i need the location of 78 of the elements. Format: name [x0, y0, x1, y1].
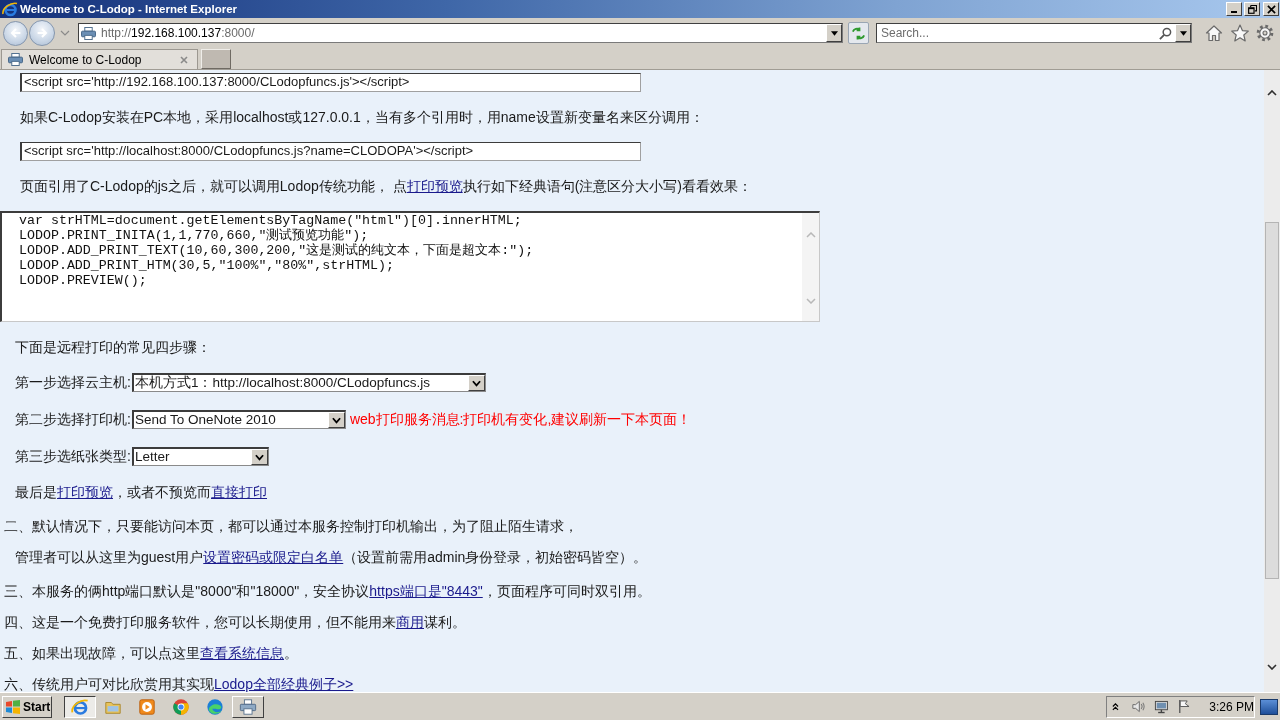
- paragraph-text: 三、本服务的俩http端口默认是"8000"和"18000"，安全协议https端口是"8443"，页面程序可同时双引用。: [3, 582, 652, 600]
- windows-logo-icon: [5, 698, 21, 715]
- warning-message: web打印服务消息:打印机有变化,建议刷新一下本页面！: [349, 410, 692, 429]
- home-icon[interactable]: [1205, 24, 1223, 42]
- step-label: 第三步选纸张类型:: [15, 447, 131, 466]
- star-icon[interactable]: [1231, 24, 1249, 42]
- chevron-up-icon[interactable]: [1112, 702, 1119, 711]
- chrome-icon: [172, 697, 190, 716]
- back-button[interactable]: [3, 20, 28, 46]
- paragraph-text: 下面是远程打印的常见四步骤：: [14, 338, 212, 356]
- search-box[interactable]: Search...: [876, 23, 1192, 43]
- restore-icon: [1247, 4, 1257, 14]
- browser-logo-icon: [71, 697, 89, 716]
- window-title: Welcome to C-Lodop - Internet Explorer: [20, 3, 238, 15]
- forward-button[interactable]: [29, 20, 55, 46]
- close-button[interactable]: [1263, 2, 1279, 16]
- paragraph-text: 四、这是一个免费打印服务软件，您可以长期使用，但不能用来商用谋利。: [3, 613, 467, 631]
- paragraph-text: 六、传统用户可对比欣赏用其实现Lodop全部经典例子>>: [3, 675, 355, 692]
- text-link[interactable]: 设置密码或限定白名单: [203, 549, 344, 565]
- chevron-down-icon: [331, 416, 341, 424]
- text-link[interactable]: 打印预览: [406, 178, 463, 194]
- clock-time[interactable]: 3:26 PM: [1209, 699, 1254, 714]
- taskbar-button[interactable]: [64, 695, 96, 718]
- text-link[interactable]: Lodop全部经典例子>>: [214, 676, 354, 692]
- printer-icon: [239, 697, 257, 716]
- close-icon: [1266, 4, 1276, 14]
- flag-icon[interactable]: [1176, 699, 1192, 714]
- paragraph-text: 页面引用了C-Lodop的js之后，就可以调用Lodop传统功能， 点打印预览执行如下经典语句(注意区分大小写)看看效果：: [19, 177, 753, 195]
- search-input[interactable]: Search...: [877, 25, 1159, 41]
- search-icon[interactable]: [1159, 26, 1172, 40]
- chevron-down-icon: [471, 379, 481, 387]
- restore-button[interactable]: [1244, 2, 1260, 16]
- caret-down-icon: [1179, 30, 1187, 36]
- dropdown-select[interactable]: 本机方式1：http://localhost:8000/CLodopfuncs.js: [131, 373, 486, 392]
- text-link[interactable]: 直接打印: [211, 484, 267, 500]
- script-tag-field[interactable]: <script src='http://localhost:8000/CLodopfuncs.js?name=CLODOPA'></script>: [20, 142, 641, 161]
- text-link[interactable]: https端口是"8443": [369, 583, 483, 599]
- refresh-button[interactable]: [848, 22, 869, 44]
- start-button[interactable]: Start: [2, 695, 52, 718]
- text-link[interactable]: 查看系统信息: [200, 645, 284, 661]
- paragraph-text: 管理者可以从这里为guest用户设置密码或限定白名单（设置前需用admin身份登录，初始密码皆空）。: [14, 548, 649, 566]
- browser-logo-icon: [2, 1, 18, 17]
- chevron-down-icon[interactable]: [1267, 664, 1277, 670]
- swap-arrows-icon: [851, 25, 866, 41]
- close-icon[interactable]: [180, 55, 188, 64]
- step-label: 第一步选择云主机:: [15, 373, 131, 392]
- address-dropdown-button[interactable]: [826, 24, 842, 42]
- new-tab-button[interactable]: [201, 49, 231, 69]
- dropdown-select[interactable]: Letter: [131, 447, 269, 466]
- page-printer-icon: [8, 53, 23, 66]
- speaker-icon[interactable]: [1130, 699, 1146, 714]
- chevron-down-icon: [254, 453, 264, 461]
- scrollbar-thumb[interactable]: [1265, 222, 1279, 579]
- chevron-up-icon[interactable]: [1267, 90, 1277, 96]
- text-link[interactable]: 打印预览: [57, 484, 113, 500]
- minimize-button[interactable]: [1226, 2, 1242, 16]
- monitor-icon[interactable]: [1153, 699, 1169, 714]
- back-arrow-icon: [8, 26, 23, 40]
- caret-down-icon: [830, 30, 838, 36]
- settings-icon[interactable]: [1256, 24, 1274, 42]
- search-dropdown-button[interactable]: [1175, 24, 1191, 42]
- step-label: 第二步选择打印机:: [15, 410, 131, 429]
- paragraph-text: 如果C-Lodop安装在PC本地，采用localhost或127.0.0.1，当有多个引用时，用name设置新变量名来区分调用：: [19, 108, 705, 126]
- code-text: var strHTML=document.getElementsByTagName("html")[0].innerHTML; LODOP.PRINT_INITA(1,1,770,660,"测试预览功能"); LODOP.ADD_PRINT_TEXT(10,60,300,200,"这是测试的纯文本，下面是超文本:"); LODOP.ADD_PRINT_HTM(30,5,"100%","80%",strHTML); LODOP.PREVIEW();: [18, 213, 535, 290]
- minimize-icon: [1231, 11, 1237, 13]
- paragraph-text: 二、默认情况下，只要能访问本页，都可以通过本服务控制打印机输出，为了阻止陌生请求，: [3, 517, 579, 535]
- media-player-icon: [138, 697, 156, 716]
- page-printer-icon: [81, 26, 96, 40]
- browser-tab[interactable]: Welcome to C-Lodop: [1, 49, 198, 69]
- script-tag-field[interactable]: <script src='http://192.168.100.137:8000/CLodopfuncs.js'></script>: [20, 73, 641, 92]
- show-desktop-button[interactable]: [1260, 698, 1278, 715]
- paragraph-text: 最后是打印预览，或者不预览而直接打印: [14, 483, 268, 501]
- dropdown-select[interactable]: Send To OneNote 2010: [131, 410, 346, 429]
- address-field[interactable]: http://192.168.100.137:8000/: [78, 23, 843, 43]
- edge-icon: [206, 697, 224, 716]
- text-link[interactable]: 商用: [396, 614, 424, 630]
- paragraph-text: 五、如果出现故障，可以点这里查看系统信息。: [3, 644, 299, 662]
- forward-arrow-icon: [35, 26, 49, 40]
